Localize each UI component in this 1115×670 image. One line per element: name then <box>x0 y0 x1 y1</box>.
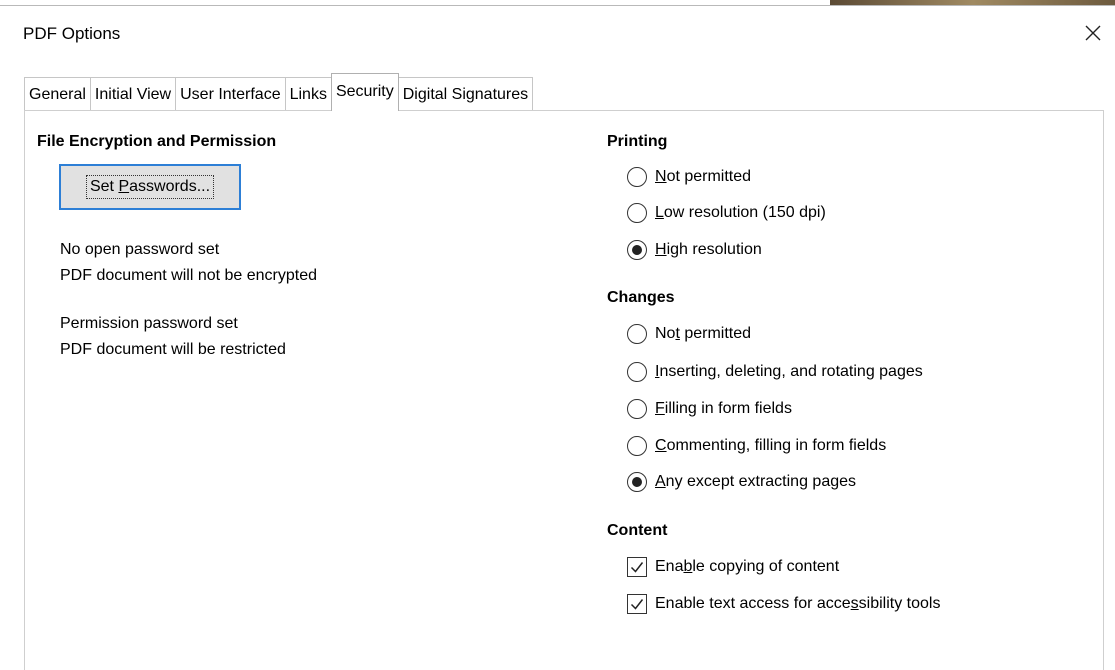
radio-indicator <box>627 436 647 456</box>
radio-label: Filling in form fields <box>655 400 792 417</box>
close-button[interactable] <box>1078 18 1108 48</box>
background-strip <box>0 0 1115 6</box>
radio-printing-high-resolution[interactable]: High resolution <box>627 240 762 260</box>
checkbox-enable-copying[interactable]: Enable copying of content <box>627 557 839 577</box>
open-password-status: No open password set <box>60 241 220 258</box>
permission-password-status: Permission password set <box>60 315 238 332</box>
set-passwords-label: Set Passwords... <box>85 175 215 199</box>
restriction-status: PDF document will be restricted <box>60 341 286 358</box>
tab-security[interactable]: Security <box>330 73 399 111</box>
printing-section-title: Printing <box>607 133 668 150</box>
radio-indicator <box>627 399 647 419</box>
radio-label: Any except extracting pages <box>655 473 857 490</box>
tab-user-interface[interactable]: User Interface <box>175 77 286 111</box>
radio-label: Not permitted <box>655 168 752 185</box>
checkmark-icon <box>630 562 644 573</box>
radio-label: High resolution <box>655 241 762 258</box>
top-border <box>0 5 1115 6</box>
tab-general[interactable]: General <box>24 77 91 111</box>
close-icon <box>1085 25 1101 41</box>
checkbox-label: Enable copying of content <box>655 558 840 575</box>
radio-indicator <box>627 362 647 382</box>
radio-label: Low resolution (150 dpi) <box>655 204 826 221</box>
dialog-title: PDF Options <box>23 24 121 43</box>
set-passwords-button[interactable]: Set Passwords... <box>59 164 241 210</box>
tab-initial-view[interactable]: Initial View <box>89 77 177 111</box>
tab-bar: General Initial View User Interface Link… <box>24 73 534 111</box>
radio-indicator <box>627 203 647 223</box>
radio-label: Commenting, filling in form fields <box>655 437 887 454</box>
encryption-status: PDF document will not be encrypted <box>60 267 318 284</box>
radio-indicator <box>627 472 647 492</box>
checkbox-label: Enable text access for accessibility too… <box>655 595 941 612</box>
radio-label: Inserting, deleting, and rotating pages <box>655 363 923 380</box>
checkbox-indicator <box>627 557 647 577</box>
content-section-title: Content <box>607 522 668 539</box>
checkbox-indicator <box>627 594 647 614</box>
changes-section-title: Changes <box>607 289 675 306</box>
checkbox-enable-text-access[interactable]: Enable text access for accessibility too… <box>627 594 940 614</box>
radio-changes-not-permitted[interactable]: Not permitted <box>627 324 751 344</box>
tab-links[interactable]: Links <box>284 77 332 111</box>
tab-digital-signatures[interactable]: Digital Signatures <box>397 77 534 111</box>
radio-indicator <box>627 240 647 260</box>
encryption-section-title: File Encryption and Permission <box>37 133 277 150</box>
radio-indicator <box>627 324 647 344</box>
radio-changes-inserting-deleting-rotating[interactable]: Inserting, deleting, and rotating pages <box>627 362 923 382</box>
radio-printing-not-permitted[interactable]: Not permitted <box>627 167 751 187</box>
radio-indicator <box>627 167 647 187</box>
radio-changes-commenting-filling[interactable]: Commenting, filling in form fields <box>627 436 886 456</box>
radio-printing-low-resolution[interactable]: Low resolution (150 dpi) <box>627 203 826 223</box>
radio-changes-any-except-extracting[interactable]: Any except extracting pages <box>627 472 856 492</box>
checkmark-icon <box>630 599 644 610</box>
radio-label: Not permitted <box>655 325 752 342</box>
radio-changes-filling-form-fields[interactable]: Filling in form fields <box>627 399 792 419</box>
